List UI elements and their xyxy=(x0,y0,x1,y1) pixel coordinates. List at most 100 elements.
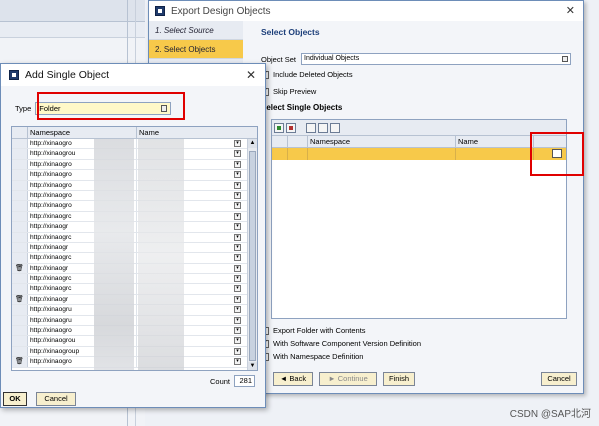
row-selector[interactable] xyxy=(12,346,28,357)
table-row[interactable]: http://xinaogro ▾ xyxy=(12,159,257,171)
table-row[interactable]: http://xinaogrc ▾ xyxy=(12,211,257,223)
row-selector[interactable] xyxy=(12,170,28,180)
row-selector[interactable] xyxy=(12,180,28,190)
row-selector[interactable] xyxy=(12,211,28,222)
row-selector[interactable] xyxy=(12,190,28,201)
table-row[interactable]: http://xinaogrc ▾ xyxy=(12,284,257,295)
table-row[interactable]: http://xinaogro ▾ xyxy=(12,139,257,150)
table-row[interactable]: http://xinaogro ▾ xyxy=(12,190,257,202)
scroll-down-icon[interactable]: ▼ xyxy=(248,362,257,370)
table-row[interactable]: 🗑 http://xinaogr ▾ xyxy=(12,263,257,275)
table-row[interactable]: http://xinaogr ▾ xyxy=(12,242,257,254)
row-dropdown-icon[interactable]: ▾ xyxy=(234,140,241,147)
row-dropdown-icon[interactable]: ▾ xyxy=(234,160,241,168)
row-dropdown-icon[interactable]: ▾ xyxy=(234,212,241,220)
row-dropdown-icon[interactable]: ▾ xyxy=(234,202,241,210)
ok-button[interactable]: OK xyxy=(3,392,27,406)
row-dropdown-icon[interactable]: ▾ xyxy=(234,181,241,189)
row-dropdown-icon[interactable]: ▾ xyxy=(234,254,241,262)
objects-grid-header: Namespace Name xyxy=(12,127,257,139)
name-cell[interactable] xyxy=(456,148,534,160)
column-namespace[interactable]: Namespace xyxy=(308,136,456,147)
row-selector[interactable] xyxy=(12,242,28,253)
row-selector[interactable] xyxy=(12,284,28,294)
scroll-up-icon[interactable]: ▲ xyxy=(248,139,257,148)
table-row[interactable]: http://xinaogr ▾ xyxy=(12,222,257,233)
namespace-cell[interactable] xyxy=(308,148,456,160)
row-dropdown-icon[interactable]: ▾ xyxy=(234,316,241,324)
column-namespace[interactable]: Namespace xyxy=(28,127,137,138)
row-selector[interactable] xyxy=(12,305,28,315)
table-row[interactable] xyxy=(272,148,566,160)
row-selector[interactable] xyxy=(12,274,28,284)
row-dropdown-icon[interactable]: ▾ xyxy=(234,306,241,314)
table-row[interactable]: http://xinaogro ▾ xyxy=(12,326,257,337)
count-row: Count 281 xyxy=(210,375,255,387)
table-row[interactable]: http://xinaogru ▾ xyxy=(12,315,257,327)
app-icon xyxy=(9,70,19,80)
row-dropdown-icon[interactable]: ▾ xyxy=(234,295,241,303)
row-dropdown-icon[interactable]: ▾ xyxy=(234,275,241,283)
table-row[interactable]: http://xinaogrou ▾ xyxy=(12,149,257,160)
trash-icon[interactable]: 🗑 xyxy=(12,357,28,367)
table-row[interactable]: http://xinaogru ▾ xyxy=(12,305,257,316)
row-selector[interactable] xyxy=(12,201,28,211)
continue-button[interactable]: ► Continue xyxy=(319,372,377,386)
vertical-scrollbar[interactable]: ▲ ▼ xyxy=(247,139,257,370)
table-row[interactable]: http://xinaogro ▾ xyxy=(12,201,257,212)
search-icon[interactable] xyxy=(318,122,328,133)
table-row[interactable]: 🗑 http://xinaogro ▾ xyxy=(12,357,257,368)
row-dropdown-icon[interactable]: ▾ xyxy=(234,171,241,179)
step-select-source[interactable]: 1. Select Source xyxy=(149,21,243,40)
column-name[interactable]: Name xyxy=(137,127,245,138)
add-row-icon[interactable] xyxy=(274,122,284,133)
step-select-objects[interactable]: 2. Select Objects xyxy=(149,40,243,59)
row-selector[interactable] xyxy=(12,232,28,242)
row-dropdown-icon[interactable]: ▾ xyxy=(234,337,241,345)
cancel-button[interactable]: Cancel xyxy=(541,372,577,386)
row-dropdown-icon[interactable]: ▾ xyxy=(234,264,241,272)
scroll-thumb[interactable] xyxy=(249,151,256,361)
row-selector[interactable] xyxy=(12,159,28,170)
row-dropdown-icon[interactable]: ▾ xyxy=(234,243,241,251)
export-folder-label: Export Folder with Contents xyxy=(273,326,366,335)
row-selector[interactable] xyxy=(12,139,28,149)
row-dropdown-icon[interactable]: ▾ xyxy=(234,327,241,335)
trash-icon[interactable]: 🗑 xyxy=(12,294,28,305)
row-dropdown-icon[interactable]: ▾ xyxy=(234,347,241,355)
row-selector[interactable] xyxy=(12,149,28,159)
cancel-button[interactable]: Cancel xyxy=(36,392,76,406)
details-icon[interactable] xyxy=(330,122,340,133)
delete-row-icon[interactable] xyxy=(286,122,296,133)
row-selector[interactable] xyxy=(12,253,28,263)
row-selector[interactable] xyxy=(12,315,28,326)
table-row[interactable]: http://xinaogro ▾ xyxy=(12,170,257,181)
column-name[interactable]: Name xyxy=(456,136,534,147)
table-row[interactable]: http://xinaogroup ▾ xyxy=(12,346,257,358)
back-button[interactable]: ◄ Back xyxy=(273,372,313,386)
copy-icon[interactable] xyxy=(306,122,316,133)
table-row[interactable]: 🗑 http://xinaogr ▾ xyxy=(12,294,257,306)
row-dropdown-icon[interactable]: ▾ xyxy=(234,223,241,231)
table-row[interactable]: http://xinaogrc ▾ xyxy=(12,232,257,243)
row-dropdown-icon[interactable]: ▾ xyxy=(234,285,241,293)
close-icon[interactable]: ✕ xyxy=(566,4,575,17)
row-selector[interactable] xyxy=(12,326,28,336)
row-dropdown-icon[interactable]: ▾ xyxy=(234,233,241,241)
close-icon[interactable]: ✕ xyxy=(246,68,256,82)
table-row[interactable]: http://xinaogrou ▾ xyxy=(12,336,257,347)
trash-icon[interactable]: 🗑 xyxy=(12,263,28,274)
row-dropdown-icon[interactable]: ▾ xyxy=(234,191,241,199)
table-row[interactable]: http://xinaogro ▾ xyxy=(12,180,257,191)
objects-grid-body: http://xinaogro ▾ http://xinaogrou ▾ http://… xyxy=(12,139,257,368)
table-row[interactable]: http://xinaogrc ▾ xyxy=(12,253,257,264)
table-row[interactable]: http://xinaogrc ▾ xyxy=(12,274,257,285)
object-set-select[interactable]: Individual Objects xyxy=(301,53,571,65)
row-selector[interactable] xyxy=(12,336,28,346)
finish-button[interactable]: Finish xyxy=(383,372,415,386)
row-selector[interactable] xyxy=(12,222,28,232)
add-single-object-title: Add Single Object xyxy=(25,69,110,81)
row-dropdown-icon[interactable]: ▾ xyxy=(234,150,241,158)
row-dropdown-icon[interactable]: ▾ xyxy=(234,358,241,366)
highlight-box xyxy=(37,92,185,120)
